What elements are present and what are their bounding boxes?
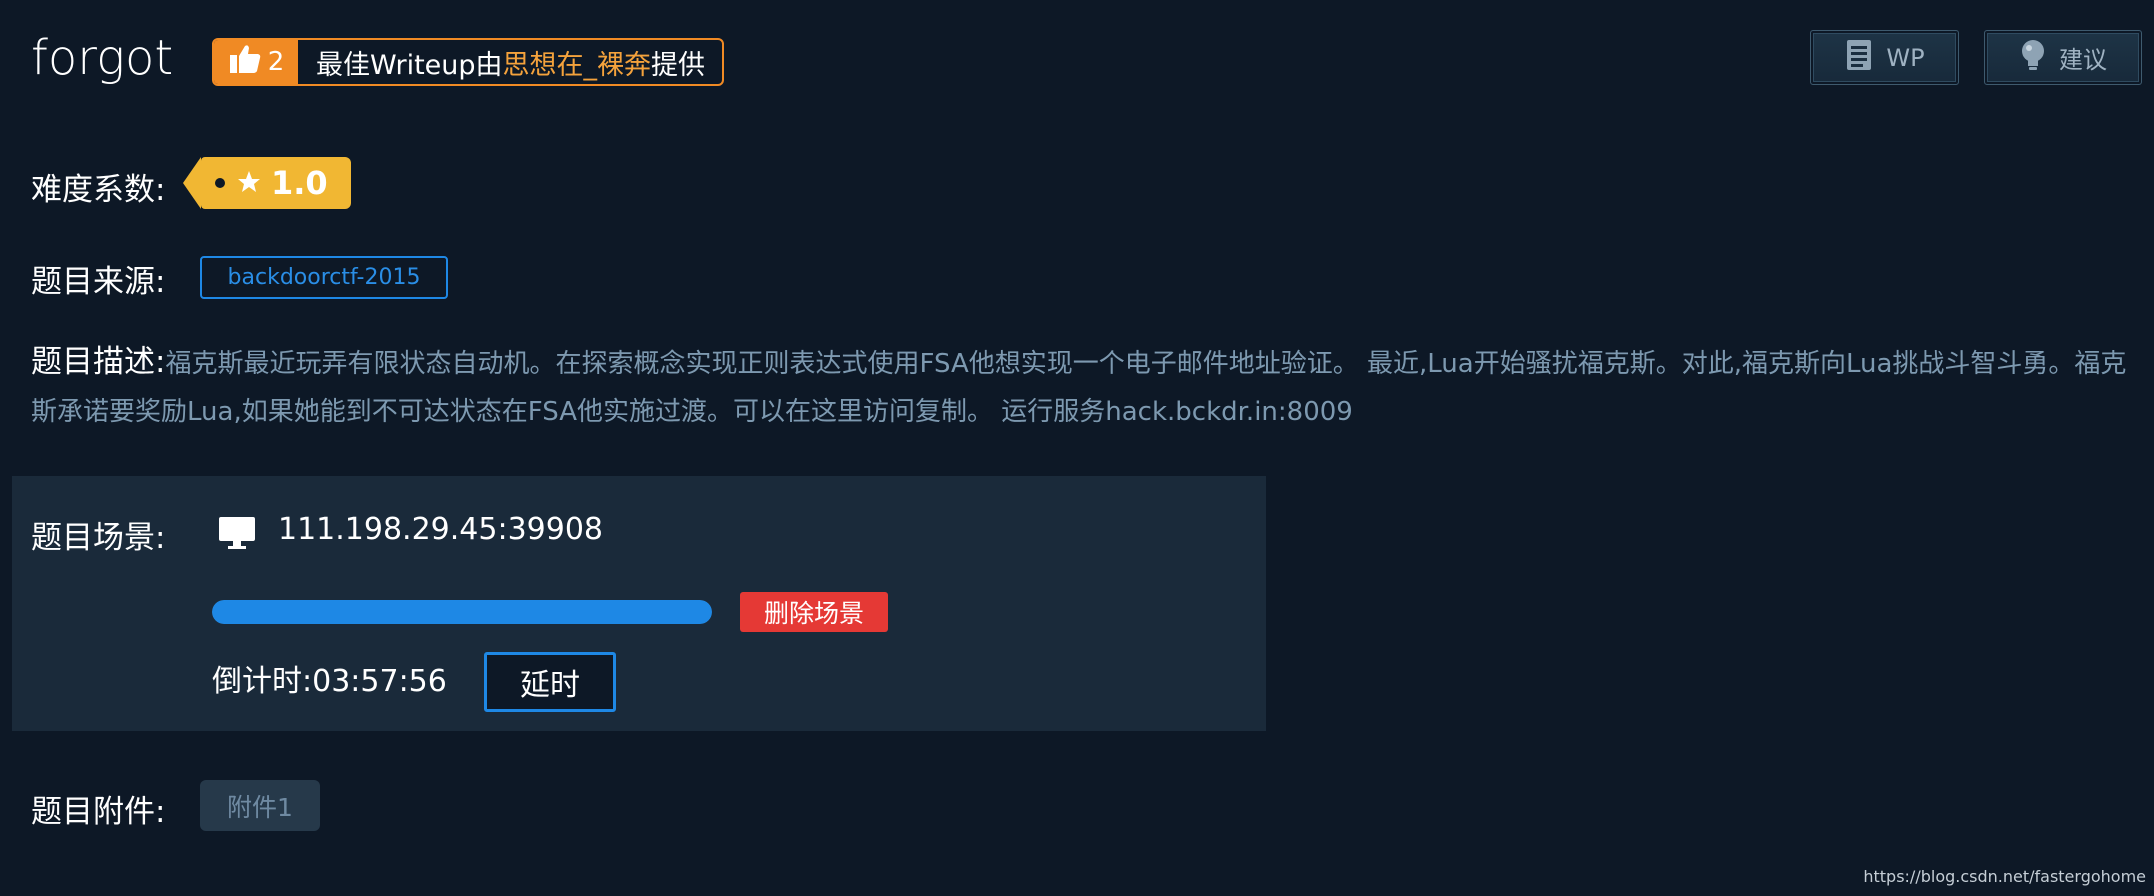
challenge-title: forgot [31,30,174,86]
extend-button[interactable]: 延时 [484,652,616,712]
writeup-prefix: 最佳Writeup由 [316,49,503,81]
source-tag[interactable]: backdoorctf-2015 [200,256,448,299]
writeup-credit: 最佳Writeup由 思想在_裸奔 提供 [298,40,722,84]
tag-hole [215,178,225,188]
countdown-label: 倒计时: [212,664,313,699]
suggest-button[interactable]: 建议 [1984,30,2142,85]
source-label: 题目来源: [31,264,166,300]
countdown-value: 03:57:56 [312,664,447,699]
like-count: 2 [267,47,285,77]
lightbulb-icon [2019,38,2047,78]
writeup-suffix: 提供 [651,49,706,81]
scene-address[interactable]: 111.198.29.45:39908 [278,512,603,547]
description-label: 题目描述: [31,344,166,380]
scene-label: 题目场景: [31,520,166,556]
suggest-button-label: 建议 [2059,46,2107,74]
writeup-author[interactable]: 思想在_裸奔 [503,43,652,82]
document-icon [1844,38,1874,78]
scene-panel: 题目场景: 111.198.29.45:39908 删除场景 倒计时:03:57… [12,476,1266,731]
wp-button-label: WP [1886,43,1925,72]
description-text: 福克斯最近玩弄有限状态自动机。在探索概念实现正则表达式使用FSA他想实现一个电子… [31,349,2127,427]
attachment-label: 题目附件: [31,794,166,830]
scene-progress-bar [212,600,712,624]
star-icon [237,164,261,202]
thumbs-up-icon [228,43,262,82]
like-box[interactable]: 2 [214,40,298,84]
best-writeup-badge[interactable]: 2 最佳Writeup由 思想在_裸奔 提供 [212,38,724,86]
difficulty-tag: 1.0 [183,157,351,209]
watermark: https://blog.csdn.net/fastergohome [1863,867,2146,886]
delete-scene-button[interactable]: 删除场景 [740,592,888,632]
difficulty-label: 难度系数: [31,172,166,208]
attachment-button[interactable]: 附件1 [200,780,320,831]
challenge-page: forgot 2 最佳Writeup由 思想在_裸奔 提供 WP 建议 难度系数… [0,0,2154,896]
monitor-icon [218,516,256,550]
wp-button[interactable]: WP [1810,30,1959,85]
description: 题目描述:福克斯最近玩弄有限状态自动机。在探索概念实现正则表达式使用FSA他想实… [31,338,2131,436]
difficulty-value: 1.0 [271,164,328,202]
scene-progress-fill [212,600,712,624]
countdown: 倒计时:03:57:56 [212,656,447,700]
